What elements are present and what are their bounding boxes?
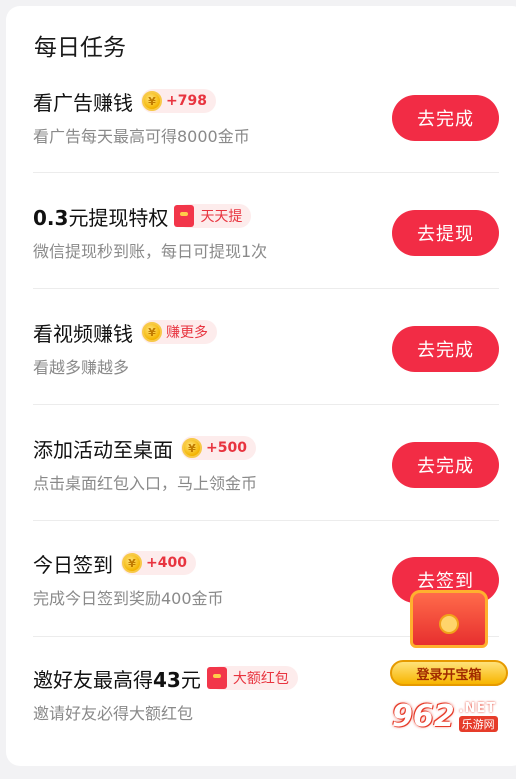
task-action-button[interactable]: 去完成 [392,442,499,488]
reward-badge: 天天提 [174,204,252,228]
reward-text: 赚更多 [166,325,208,341]
task-title-text: 元提现特权 [68,205,169,230]
reward-badge: ¥ +798 [141,89,216,113]
task-subtitle: 完成今日签到奖励400金币 [33,589,224,608]
task-title: 0.3元提现特权 [33,202,168,231]
divider [33,404,499,405]
site-watermark: 962 .NET 乐游网 [392,693,516,739]
watermark-site: 乐游网 [458,715,498,732]
reward-badge: ¥ +400 [121,551,196,575]
coin-icon: ¥ [142,322,162,342]
red-envelope-icon [206,667,227,689]
reward-text: +500 [206,440,247,456]
task-title-amount: 43 [153,667,181,692]
divider [33,520,499,521]
task-title: 看视频赚钱 [33,321,133,346]
task-title-unit: 元 [180,667,201,692]
task-action-button[interactable]: 去完成 [392,95,499,141]
reward-badge: 大额红包 [206,666,298,690]
task-title-row: 看广告赚钱 ¥ +798 [33,86,216,116]
coin-icon: ¥ [142,91,162,111]
task-subtitle: 看广告每天最高可得8000金币 [33,127,250,146]
reward-text: 大额红包 [232,671,289,687]
section-title: 每日任务 [34,35,126,61]
task-title-row: 今日签到 ¥ +400 [33,548,196,578]
task-action-button[interactable]: 去提现 [392,210,499,256]
treasure-chest-widget[interactable]: 登录开宝箱 [388,580,510,700]
red-envelope-icon [174,205,195,227]
reward-text: 天天提 [200,209,243,225]
task-item-watch-videos: 看视频赚钱 ¥ 赚更多 看越多赚越多 去完成 [0,317,516,433]
task-subtitle: 点击桌面红包入口，马上领金币 [33,474,258,493]
divider [33,172,499,173]
reward-badge: ¥ 赚更多 [141,320,217,344]
task-title: 添加活动至桌面 [33,437,173,462]
task-title: 看广告赚钱 [33,90,133,115]
watermark-net: .NET [458,700,497,716]
task-action-button[interactable]: 去完成 [392,326,499,372]
task-item-withdraw: 0.3元提现特权 天天提 微信提现秒到账，每日可提现1次 去提现 [0,201,516,317]
divider [33,288,499,289]
reward-text: +798 [166,93,207,109]
task-item-watch-ads: 看广告赚钱 ¥ +798 看广告每天最高可得8000金币 去完成 [0,86,516,202]
task-title: 邀好友最高得43元 [33,664,201,693]
task-title-row: 0.3元提现特权 天天提 [33,201,252,231]
task-subtitle: 看越多赚越多 [33,358,130,377]
reward-text: +400 [146,555,187,571]
chest-lock-icon [439,614,459,634]
watermark-logo: 962 [392,698,455,734]
coin-icon: ¥ [182,438,202,458]
task-item-add-to-desktop: 添加活动至桌面 ¥ +500 点击桌面红包入口，马上领金币 去完成 [0,433,516,549]
task-subtitle: 邀请好友必得大额红包 [33,704,194,723]
task-title-text: 邀好友最高得 [33,667,153,692]
watermark-text: .NET 乐游网 [458,700,498,732]
treasure-chest-label[interactable]: 登录开宝箱 [390,660,508,686]
task-title-amount: 0.3 [33,205,69,230]
task-title-row: 添加活动至桌面 ¥ +500 [33,433,256,463]
task-title-row: 邀好友最高得43元 大额红包 [33,663,298,693]
task-title-row: 看视频赚钱 ¥ 赚更多 [33,317,217,347]
task-subtitle: 微信提现秒到账，每日可提现1次 [33,242,268,261]
task-title: 今日签到 [33,552,113,577]
coin-icon: ¥ [122,553,142,573]
reward-badge: ¥ +500 [181,436,256,460]
